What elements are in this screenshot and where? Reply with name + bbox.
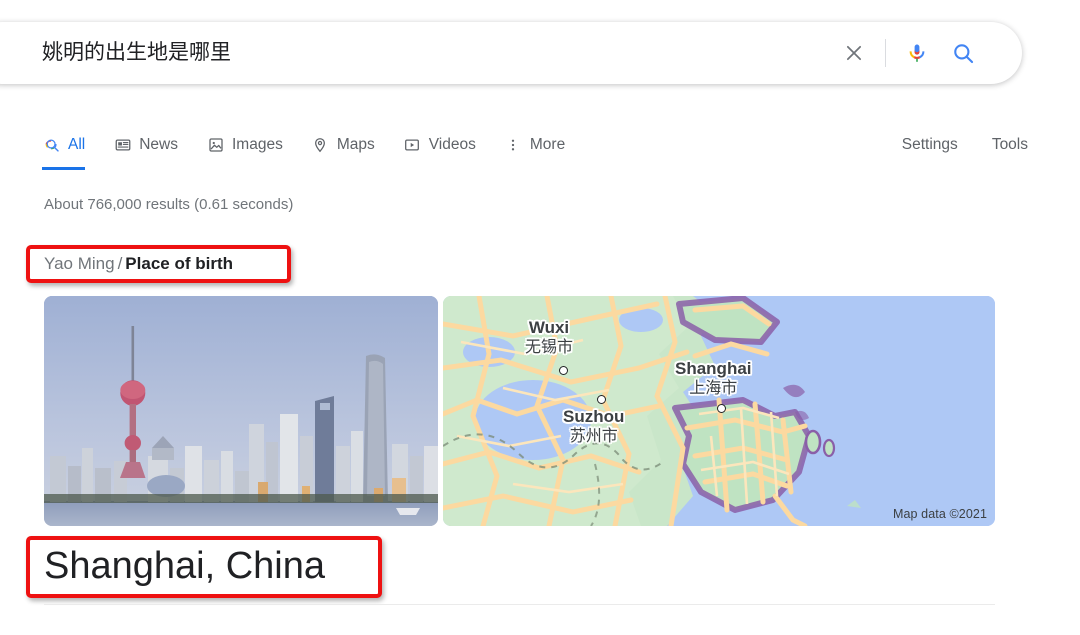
tab-label: Videos <box>428 136 476 153</box>
search-tabs-bar: All News Images Maps Videos More Setting… <box>0 120 1080 170</box>
section-divider <box>44 604 995 605</box>
search-box[interactable] <box>0 22 1022 84</box>
tools-button[interactable]: Tools <box>992 136 1028 154</box>
breadcrumb: Yao Ming / Place of birth <box>44 252 233 276</box>
search-actions <box>831 30 1022 76</box>
tab-label: More <box>529 136 566 153</box>
tab-all[interactable]: All <box>42 120 99 170</box>
knowledge-media-strip: Wuxi 无锡市 Suzhou 苏州市 Shanghai 上海市 Map dat… <box>44 296 995 526</box>
divider <box>885 39 886 67</box>
tab-maps[interactable]: Maps <box>297 120 389 170</box>
breadcrumb-entity[interactable]: Yao Ming <box>44 254 115 273</box>
video-icon <box>403 136 422 155</box>
tab-more[interactable]: More <box>490 120 579 170</box>
tab-label: All <box>68 136 86 153</box>
image-icon <box>206 136 225 155</box>
search-icon[interactable] <box>940 30 986 76</box>
result-stats: About 766,000 results (0.61 seconds) <box>44 196 294 213</box>
answer-text: Shanghai, China <box>44 545 325 587</box>
tab-news[interactable]: News <box>99 120 192 170</box>
tab-label: Images <box>232 136 283 153</box>
google-search-icon <box>42 136 61 155</box>
tab-images[interactable]: Images <box>192 120 297 170</box>
breadcrumb-separator: / <box>117 254 123 273</box>
microphone-icon[interactable] <box>894 30 940 76</box>
map-attribution: Map data ©2021 <box>892 507 987 521</box>
close-icon[interactable] <box>831 30 877 76</box>
map-thumbnail[interactable]: Wuxi 无锡市 Suzhou 苏州市 Shanghai 上海市 Map dat… <box>443 296 995 526</box>
search-input[interactable] <box>0 39 831 67</box>
search-results-page: All News <box>0 0 1080 635</box>
breadcrumb-attribute: Place of birth <box>125 254 233 273</box>
settings-button[interactable]: Settings <box>902 136 958 154</box>
tab-videos[interactable]: Videos <box>389 120 490 170</box>
more-vertical-icon <box>504 136 523 155</box>
map-pin-icon <box>311 136 330 155</box>
search-tabs: All News Images Maps Videos More <box>0 120 579 170</box>
news-icon <box>113 136 132 155</box>
tab-label: News <box>139 136 178 153</box>
skyline-photo[interactable] <box>44 296 438 526</box>
search-tools-group: Settings Tools <box>902 136 1080 154</box>
tab-label: Maps <box>336 136 375 153</box>
